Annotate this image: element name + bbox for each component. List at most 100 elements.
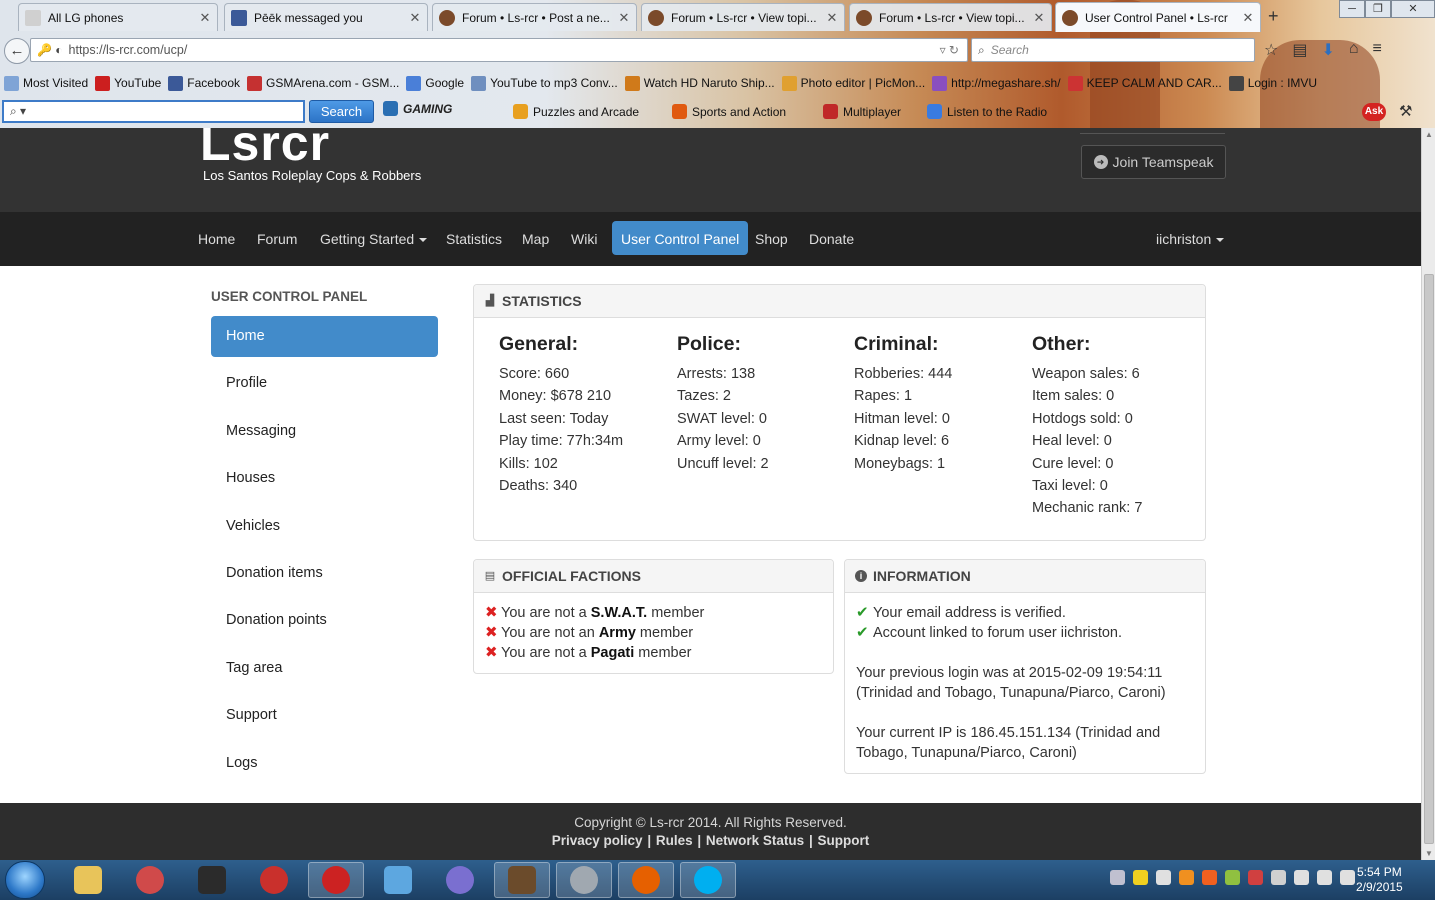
taskbar-gta-launcher[interactable] [494,862,550,898]
sidebar-item-home[interactable]: Home [211,316,438,357]
close-tab-icon[interactable]: ✕ [1031,10,1047,26]
taskbar-browser-tool[interactable] [432,862,488,898]
volume-icon[interactable] [1340,870,1355,885]
bookmark-item[interactable]: Most Visited [4,75,88,91]
tray-icon[interactable] [1179,870,1194,885]
footer-link-network-status[interactable]: Network Status [706,833,804,848]
browser-tab[interactable]: Forum • Ls-rcr • View topi... ✕ [849,3,1052,31]
menu-icon[interactable]: ≡ [1373,40,1382,60]
start-button-icon[interactable] [5,861,45,899]
site-logo[interactable]: Lsrcr [200,128,330,172]
ask-logo-icon[interactable]: Ask [1362,103,1386,121]
bookmark-item[interactable]: Watch HD Naruto Ship... [624,75,775,91]
sidebar-item-donation-items[interactable]: Donation items [211,553,438,594]
bookmark-item[interactable]: YouTube to mp3 Conv... [471,75,618,91]
back-icon[interactable]: ← [4,38,30,64]
url-text[interactable]: https://ls-rcr.com/ucp/ [69,43,940,57]
nav-donate[interactable]: Donate [800,221,863,255]
taskbar-imvu[interactable] [184,862,240,898]
nav-forum[interactable]: Forum [248,221,306,255]
flag-icon[interactable] [1294,870,1309,885]
bookmark-item[interactable]: Facebook [168,75,240,91]
close-tab-icon[interactable]: ✕ [197,10,213,26]
tray-icon[interactable] [1110,870,1125,885]
browser-tab[interactable]: Pēēk messaged you ✕ [224,3,428,31]
browser-tab[interactable]: Forum • Ls-rcr • Post a ne... ✕ [432,3,637,31]
footer-link-support[interactable]: Support [817,833,869,848]
browser-tab-active[interactable]: User Control Panel • Ls-rcr ✕ [1055,2,1261,32]
bookmark-item[interactable]: Photo editor | PicMon... [781,75,925,91]
new-tab-icon[interactable]: + [1268,6,1279,27]
ask-toolbar-gaming[interactable]: GAMING [383,101,452,116]
user-menu[interactable]: iichriston [1147,221,1233,255]
ask-toolbar-puzzles[interactable]: Puzzles and Arcade [513,104,639,119]
bookmark-item[interactable]: Login : IMVU [1228,75,1317,91]
ask-toolbar-multiplayer[interactable]: Multiplayer [823,104,901,119]
nav-wiki[interactable]: Wiki [562,221,606,255]
bookmark-item[interactable]: YouTube [95,75,161,91]
tray-icon[interactable] [1225,870,1240,885]
ask-toolbar-radio[interactable]: Listen to the Radio [927,104,1047,119]
taskbar-notepad[interactable] [370,862,426,898]
ask-search-input[interactable]: ⌕ ▾ [2,100,305,123]
nav-statistics[interactable]: Statistics [437,221,511,255]
browser-tab[interactable]: All LG phones ✕ [18,3,218,31]
join-teamspeak-button[interactable]: ➜ Join Teamspeak [1081,145,1226,179]
scrollbar-thumb[interactable] [1424,274,1434,844]
nav-home[interactable]: Home [189,221,244,255]
tray-icon[interactable] [1271,870,1286,885]
reload-icon[interactable]: ▿ ↻ [940,43,959,57]
sidebar-item-support[interactable]: Support [211,695,438,736]
sidebar-item-donation-points[interactable]: Donation points [211,600,438,641]
taskbar-downloader[interactable] [246,862,302,898]
taskbar-firefox[interactable] [618,862,674,898]
window-close-icon[interactable]: ✕ [1391,0,1435,18]
page-scrollbar[interactable]: ▲ ▼ [1421,128,1435,860]
bookmark-item[interactable]: http://megashare.sh/ [932,75,1061,91]
taskbar-speaker-app[interactable] [556,862,612,898]
nav-getting-started[interactable]: Getting Started [311,221,436,255]
close-tab-icon[interactable]: ✕ [824,10,840,26]
nav-user-control-panel[interactable]: User Control Panel [612,221,749,255]
ask-toolbar-sports[interactable]: Sports and Action [672,104,786,119]
bookmark-item[interactable]: Google [406,75,464,91]
tray-icon[interactable] [1202,870,1217,885]
tray-icon[interactable] [1248,870,1263,885]
bookmark-item[interactable]: KEEP CALM AND CAR... [1067,75,1222,91]
bookmark-star-icon[interactable]: ☆ [1264,40,1278,60]
sidebar-item-logs[interactable]: Logs [211,743,438,784]
taskbar-skype[interactable] [680,862,736,898]
taskbar-snipping[interactable] [122,862,178,898]
close-tab-icon[interactable]: ✕ [407,10,423,26]
browser-tab[interactable]: Forum • Ls-rcr • View topi... ✕ [641,3,845,31]
web-search-input[interactable]: ⌕ Search [971,38,1255,62]
sidebar-item-houses[interactable]: Houses [211,458,438,499]
nav-shop[interactable]: Shop [746,221,797,255]
maximize-icon[interactable]: ❐ [1365,0,1391,18]
footer-link-privacy[interactable]: Privacy policy [552,833,643,848]
reading-list-icon[interactable]: ▤ [1292,40,1307,60]
taskbar-gta-sa-mp[interactable] [308,862,364,898]
network-icon[interactable] [1317,870,1332,885]
identity-icon[interactable]: 🔑 ◐ [37,43,63,57]
home-icon[interactable]: ⌂ [1349,40,1359,60]
footer-link-rules[interactable]: Rules [656,833,693,848]
close-tab-icon[interactable]: ✕ [616,10,632,26]
tray-icon[interactable] [1133,870,1148,885]
scroll-up-icon[interactable]: ▲ [1422,130,1435,139]
sidebar-item-vehicles[interactable]: Vehicles [211,506,438,547]
download-icon[interactable]: ⬇ [1321,40,1334,60]
sidebar-item-messaging[interactable]: Messaging [211,411,438,452]
tools-icon[interactable]: ⚒ [1399,102,1412,120]
tray-icon[interactable] [1156,870,1171,885]
minimize-icon[interactable]: ─ [1339,0,1365,18]
close-tab-icon[interactable]: ✕ [1240,10,1256,26]
ask-search-button[interactable]: Search [309,100,374,123]
sidebar-item-tag-area[interactable]: Tag area [211,648,438,689]
nav-map[interactable]: Map [513,221,558,255]
taskbar-explorer[interactable] [60,862,116,898]
url-bar[interactable]: 🔑 ◐ https://ls-rcr.com/ucp/ ▿ ↻ [30,38,968,62]
sidebar-item-profile[interactable]: Profile [211,363,438,404]
bookmark-item[interactable]: GSMArena.com - GSM... [247,75,399,91]
taskbar-clock[interactable]: 5:54 PM 2/9/2015 [1356,865,1403,895]
